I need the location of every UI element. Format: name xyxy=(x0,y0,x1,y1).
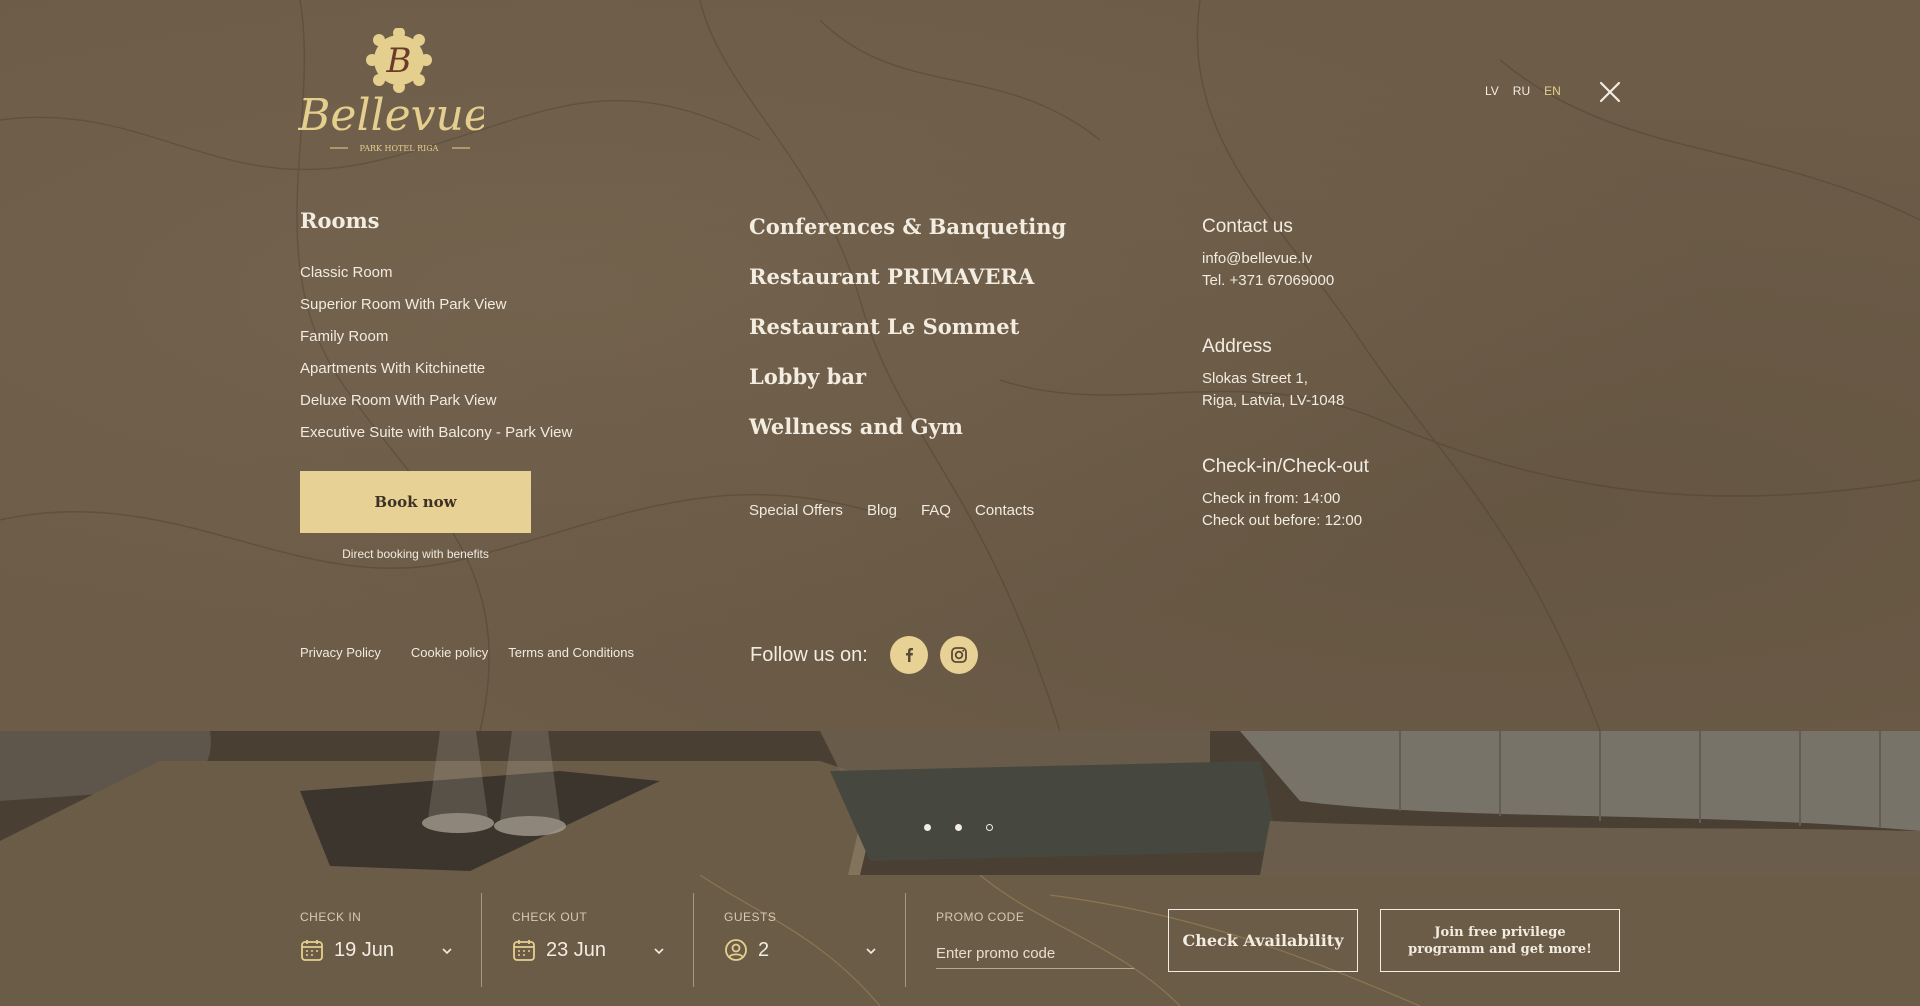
checkin-title: Check-in/Check-out xyxy=(1202,456,1369,477)
legal-links: Privacy Policy Cookie policy Terms and C… xyxy=(300,645,634,660)
room-link-family[interactable]: Family Room xyxy=(300,321,572,353)
instagram-button[interactable] xyxy=(939,636,978,674)
chevron-down-icon[interactable] xyxy=(441,947,453,955)
lang-lv[interactable]: LV xyxy=(1485,84,1499,98)
checkout-time: Check out before: 12:00 xyxy=(1202,512,1363,529)
rooms-column: Rooms Classic Room Superior Room With Pa… xyxy=(300,208,572,561)
chevron-down-icon[interactable] xyxy=(865,947,877,955)
booking-bar: CHECK IN 19 Jun CHECK OUT 23 Jun GUESTS … xyxy=(0,875,1920,1006)
logo-tagline: PARK HOTEL RIGA xyxy=(360,144,439,153)
secondary-links: Special Offers Blog FAQ Contacts xyxy=(749,502,1066,519)
calendar-icon xyxy=(513,940,535,961)
contact-title: Contact us xyxy=(1202,216,1293,237)
language-switcher: LV RU EN xyxy=(1485,84,1561,98)
close-menu-button[interactable] xyxy=(1598,80,1622,104)
room-link-apartments[interactable]: Apartments With Kitchinette xyxy=(300,353,572,385)
social-follow: Follow us on: xyxy=(750,636,990,674)
check-out-label: CHECK OUT xyxy=(512,910,588,924)
room-link-classic[interactable]: Classic Room xyxy=(300,257,572,289)
link-blog[interactable]: Blog xyxy=(867,502,897,519)
divider xyxy=(905,893,906,987)
divider xyxy=(693,893,694,987)
book-now-subtitle: Direct booking with benefits xyxy=(342,547,489,561)
check-in-label: CHECK IN xyxy=(300,910,362,924)
logo-monogram: B xyxy=(386,41,412,81)
contact-email[interactable]: info@bellevue.lv xyxy=(1202,248,1369,270)
link-faq[interactable]: FAQ xyxy=(921,502,951,519)
calendar-icon xyxy=(301,940,323,961)
slider-dots xyxy=(924,824,993,831)
contact-phone[interactable]: Tel. +371 67069000 xyxy=(1202,270,1369,292)
address-block: Address Slokas Street 1, Riga, Latvia, L… xyxy=(1202,336,1369,412)
follow-label: Follow us on: xyxy=(750,643,868,666)
room-link-deluxe[interactable]: Deluxe Room With Park View xyxy=(300,385,572,417)
check-availability-button[interactable]: Check Availability xyxy=(1168,909,1358,972)
address-line-1: Slokas Street 1, xyxy=(1202,370,1308,387)
book-now-button[interactable]: Book now xyxy=(300,471,531,533)
checkin-time: Check in from: 14:00 xyxy=(1202,490,1341,507)
guests-label: GUESTS xyxy=(724,910,777,924)
rooms-title[interactable]: Rooms xyxy=(300,208,572,233)
hero-photo xyxy=(0,731,1920,875)
check-in-field[interactable]: CHECK IN 19 Jun xyxy=(300,910,394,962)
venues-column: Conferences & Banqueting Restaurant PRIM… xyxy=(749,208,1066,519)
link-special-offers[interactable]: Special Offers xyxy=(749,502,843,519)
menu-overlay: B Bellevue PARK HOTEL RIGA LV RU EN Room… xyxy=(0,0,1920,731)
facebook-button[interactable] xyxy=(889,636,928,674)
room-link-executive-suite[interactable]: Executive Suite with Balcony - Park View xyxy=(300,417,572,449)
slider-dot-1[interactable] xyxy=(924,824,931,831)
guests-field[interactable]: GUESTS 2 xyxy=(724,910,776,962)
logo-name: Bellevue xyxy=(298,90,484,141)
room-link-superior[interactable]: Superior Room With Park View xyxy=(300,289,572,321)
chevron-down-icon[interactable] xyxy=(653,947,665,955)
join-privilege-button[interactable]: Join free privilege programm and get mor… xyxy=(1380,909,1620,972)
checkin-block: Check-in/Check-out Check in from: 14:00 … xyxy=(1202,456,1369,532)
lang-en[interactable]: EN xyxy=(1544,84,1561,98)
address-title: Address xyxy=(1202,336,1272,357)
promo-field: PROMO CODE xyxy=(936,910,1134,969)
contact-block: Contact us info@bellevue.lv Tel. +371 67… xyxy=(1202,216,1369,292)
check-in-value: 19 Jun xyxy=(334,938,395,961)
logo[interactable]: B Bellevue PARK HOTEL RIGA xyxy=(297,27,490,158)
cookie-policy-link[interactable]: Cookie policy xyxy=(411,645,488,660)
check-out-value: 23 Jun xyxy=(546,938,607,961)
user-icon xyxy=(725,939,747,961)
logo-emblem: B Bellevue PARK HOTEL RIGA xyxy=(297,27,490,153)
instagram-icon xyxy=(950,647,967,663)
venue-link-wellness[interactable]: Wellness and Gym xyxy=(749,396,1066,458)
check-out-field[interactable]: CHECK OUT 23 Jun xyxy=(512,910,606,962)
hero-image xyxy=(0,731,1920,875)
divider xyxy=(481,893,482,987)
terms-link[interactable]: Terms and Conditions xyxy=(508,645,634,660)
facebook-icon xyxy=(905,648,913,662)
lang-ru[interactable]: RU xyxy=(1513,84,1530,98)
promo-label: PROMO CODE xyxy=(936,910,1025,924)
address-line-2: Riga, Latvia, LV-1048 xyxy=(1202,392,1345,409)
link-contacts[interactable]: Contacts xyxy=(975,502,1034,519)
slider-dot-2[interactable] xyxy=(955,824,962,831)
contact-column: Contact us info@bellevue.lv Tel. +371 67… xyxy=(1202,216,1369,576)
slider-dot-3[interactable] xyxy=(986,824,993,831)
privacy-policy-link[interactable]: Privacy Policy xyxy=(300,645,381,660)
close-icon xyxy=(1599,81,1621,103)
guests-value: 2 xyxy=(758,938,770,961)
promo-code-input[interactable] xyxy=(936,942,1134,969)
rooms-list: Classic Room Superior Room With Park Vie… xyxy=(300,257,572,449)
